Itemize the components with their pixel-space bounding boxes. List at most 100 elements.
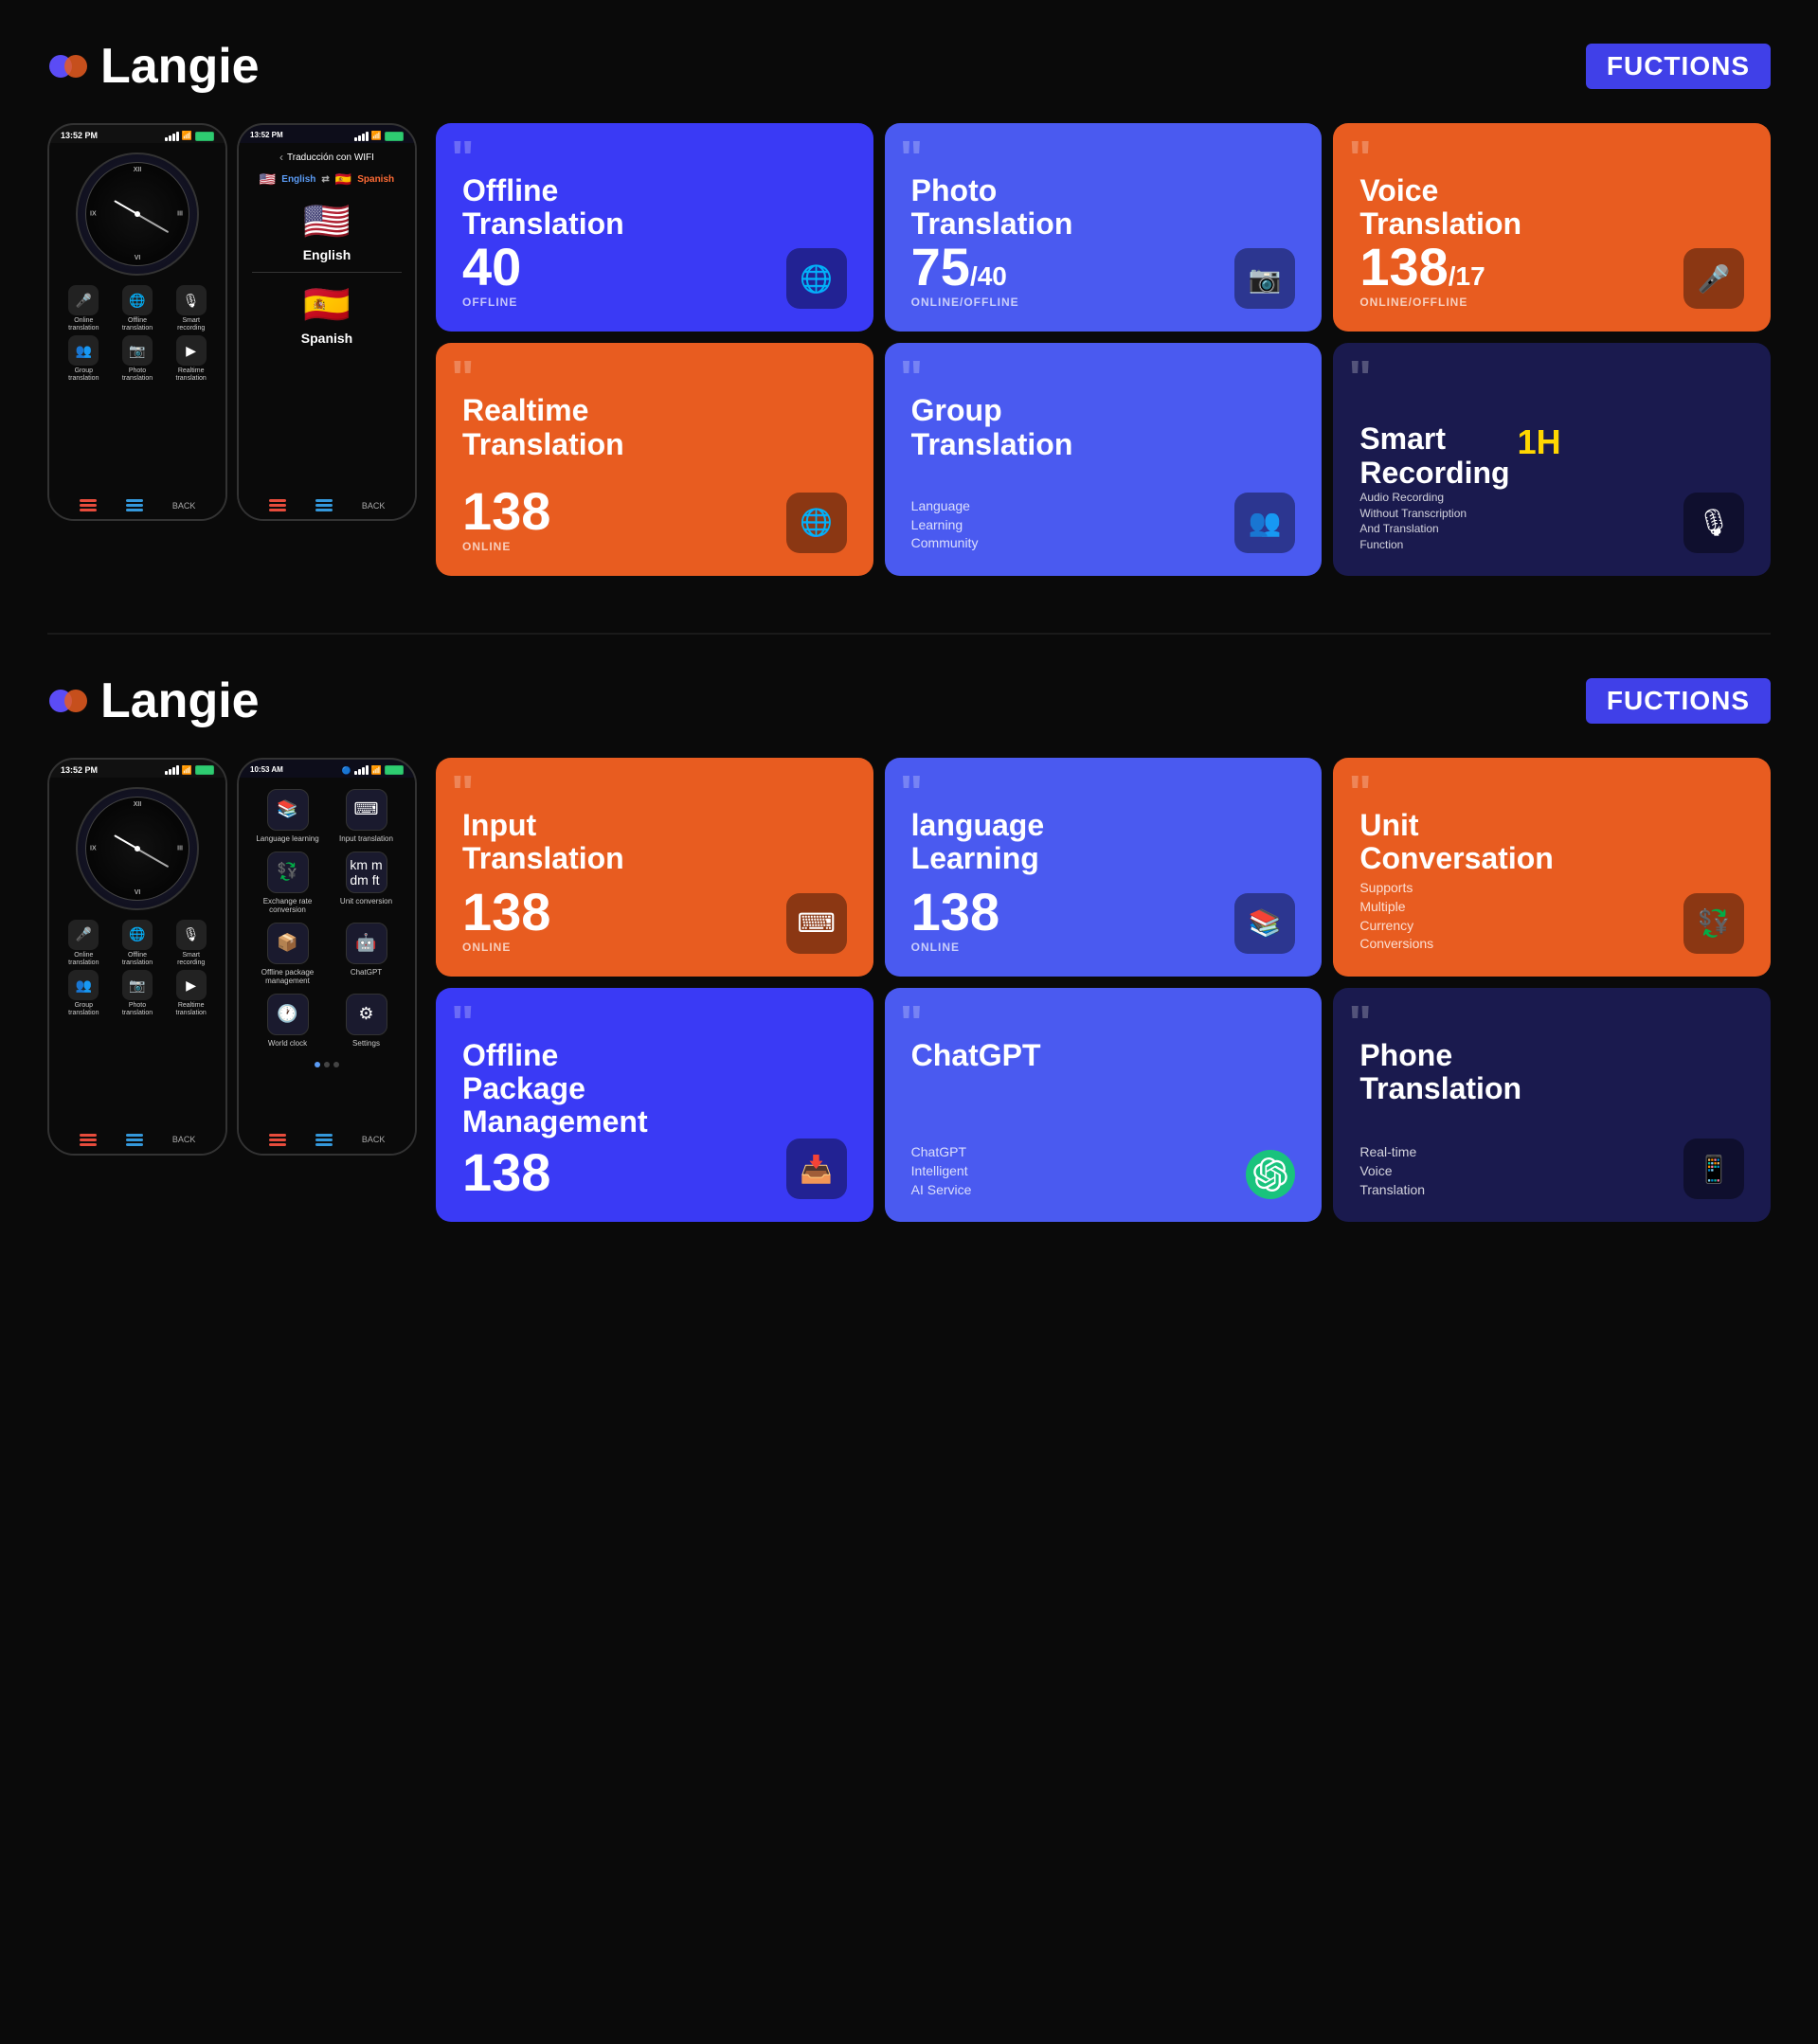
menu-settings[interactable]: ⚙ Settings (331, 994, 402, 1049)
lang-from-name[interactable]: English (281, 174, 315, 185)
lang-swap-icon[interactable]: ⇄ (321, 174, 329, 185)
app-offline-label: Offlinetranslation (122, 317, 153, 332)
app-online[interactable]: 🎤 Onlinetranslation (59, 285, 109, 332)
app-group[interactable]: 👥 Grouptranslation (59, 335, 109, 382)
card-offline-translation[interactable]: " OfflineTranslation 40 OFFLINE 🌐 (436, 123, 873, 332)
app-realtime[interactable]: ▶ Realtimetranslation (166, 335, 216, 382)
card-voice-translation[interactable]: " VoiceTranslation 138 /17 ONLINE/OFFLIN… (1333, 123, 1771, 332)
card-photo-translation[interactable]: " PhotoTranslation 75 /40 ONLINE/OFFLINE… (885, 123, 1323, 332)
card-input-translation[interactable]: " InputTranslation 138 ONLINE ⌨ (436, 758, 873, 977)
menu-clock-icon: 🕐 (267, 994, 309, 1035)
logo-1: Langie (47, 38, 260, 95)
voice-count-block: 138 /17 ONLINE/OFFLINE (1359, 241, 1485, 309)
card-unit-conversation[interactable]: " UnitConversation SupportsMultipleCurre… (1333, 758, 1771, 977)
ctrl-btn-4[interactable] (315, 499, 333, 511)
functions-badge-2: FUCTIONS (1586, 678, 1771, 724)
phone-1: 13:52 PM 📶 (47, 123, 227, 521)
card-offline-package[interactable]: " OfflinePackageManagement 138 📥 (436, 988, 873, 1223)
menu-lang-learning[interactable]: 📚 Language learning (252, 789, 323, 844)
menu-exchange-icon: 💱 (267, 852, 309, 893)
app2-offline-icon: 🌐 (122, 920, 153, 950)
phone3-icons: 📶 (165, 765, 214, 776)
app2-offline[interactable]: 🌐 Offlinetranslation (113, 920, 163, 966)
phone2-header-title: Traducción con WIFI (287, 152, 374, 163)
back-label-2[interactable]: BACK (362, 501, 386, 511)
back-label-1[interactable]: BACK (172, 501, 196, 511)
ctrl-btn-6[interactable] (126, 1134, 143, 1146)
app-group-label: Grouptranslation (68, 368, 99, 382)
app2-photo-icon: 📷 (122, 970, 153, 1000)
phone2-nav: ‹ Traducción con WIFI (272, 147, 382, 168)
wifi-icon-3: 📶 (182, 765, 192, 776)
card-smart-recording[interactable]: " SmartRecording 1H Audio Recording With… (1333, 343, 1771, 576)
logo-2: Langie (47, 672, 260, 729)
menu-offline-pkg[interactable]: 📦 Offline package management (252, 923, 323, 986)
ctrl-btn-5[interactable] (80, 1134, 97, 1146)
card-realtime-translation[interactable]: " RealtimeTranslation 138 ONLINE 🌐 (436, 343, 873, 576)
phone4-status: 10:53 AM 🔵 📶 (239, 760, 415, 778)
menu-exchange[interactable]: 💱 Exchange rate conversion (252, 852, 323, 915)
app2-realtime[interactable]: ▶ Realtimetranslation (166, 970, 216, 1016)
numeral-12: XII (134, 167, 142, 173)
menu-chatgpt[interactable]: 🤖 ChatGPT (331, 923, 402, 986)
lang-learn-bottom: 138 ONLINE 📚 (911, 886, 1296, 954)
menu-lang-label: Language learning (256, 834, 318, 844)
pagination-dots (315, 1062, 339, 1067)
back-label-3[interactable]: BACK (172, 1135, 196, 1144)
phone2-icons: 📶 (354, 131, 404, 141)
phone4-icons: 🔵 📶 (342, 765, 404, 776)
app-photo-label: Phototranslation (122, 368, 153, 382)
card-phone-translation[interactable]: " PhoneTranslation Real-timeVoiceTransla… (1333, 988, 1771, 1223)
back-label-4[interactable]: BACK (362, 1135, 386, 1144)
ctrl-btn-2[interactable] (126, 499, 143, 511)
app-online-icon: 🎤 (68, 285, 99, 315)
input-count-block: 138 ONLINE (462, 886, 550, 954)
menu-unit[interactable]: km mdm ft Unit conversion (331, 852, 402, 915)
voice-count-sub: /17 (1449, 261, 1485, 292)
phone-trans-title: PhoneTranslation (1359, 1039, 1744, 1105)
lang-learn-count-block: 138 ONLINE (911, 886, 999, 954)
unit-bottom: SupportsMultipleCurrencyConversions 💱 (1359, 875, 1744, 953)
unit-title: UnitConversation (1359, 809, 1744, 875)
voice-count-row: 138 /17 (1359, 241, 1485, 294)
card-chatgpt[interactable]: " ChatGPT ChatGPTIntelligentAI Service (885, 988, 1323, 1223)
app2-online[interactable]: 🎤 Onlinetranslation (59, 920, 109, 966)
phone1-controls: BACK (49, 492, 225, 519)
realtime-title: RealtimeTranslation (462, 394, 847, 460)
numeral2-9: IX (90, 845, 97, 852)
phone2-controls: BACK (239, 492, 415, 519)
app-photo[interactable]: 📷 Phototranslation (113, 335, 163, 382)
app-offline[interactable]: 🌐 Offlinetranslation (113, 285, 163, 332)
ctrl-btn-1[interactable] (80, 499, 97, 511)
app2-group[interactable]: 👥 Grouptranslation (59, 970, 109, 1016)
battery-icon-2 (385, 132, 404, 141)
photo-icon: 📷 (1234, 248, 1295, 309)
card-group-translation[interactable]: " GroupTranslation LanguageLearningCommu… (885, 343, 1323, 576)
dot-3 (333, 1062, 339, 1067)
section2-content: 13:52 PM 📶 (47, 758, 1771, 1222)
phone-trans-subtitle: Real-timeVoiceTranslation (1359, 1143, 1425, 1199)
app2-photo[interactable]: 📷 Phototranslation (113, 970, 163, 1016)
ctrl-btn-8[interactable] (315, 1134, 333, 1146)
app2-smart[interactable]: 🎙 Smartrecording (166, 920, 216, 966)
menu-unit-icon: km mdm ft (346, 852, 387, 893)
clock-minute-hand-2 (137, 848, 170, 867)
input-bottom: 138 ONLINE ⌨ (462, 886, 847, 954)
app-realtime-label: Realtimetranslation (176, 368, 207, 382)
section1-content: 13:52 PM 📶 (47, 123, 1771, 576)
lang-to-name[interactable]: Spanish (357, 174, 394, 185)
app-group-icon: 👥 (68, 335, 99, 366)
app-smart-rec[interactable]: 🎙 Smartrecording (166, 285, 216, 332)
group-subtitle: LanguageLearningCommunity (911, 497, 979, 553)
phone-4: 10:53 AM 🔵 📶 (237, 758, 417, 1156)
app2-realtime-label: Realtimetranslation (176, 1002, 207, 1016)
numeral2-6: VI (135, 889, 141, 896)
section1-header: Langie FUCTIONS (47, 38, 1771, 95)
menu-world-clock[interactable]: 🕐 World clock (252, 994, 323, 1049)
menu-input-trans[interactable]: ⌨ Input translation (331, 789, 402, 844)
card-language-learning[interactable]: " languageLearning 138 ONLINE 📚 (885, 758, 1323, 977)
ctrl-btn-3[interactable] (269, 499, 286, 511)
back-chevron[interactable]: ‹ (279, 151, 283, 164)
smart-title: SmartRecording (1359, 422, 1509, 489)
ctrl-btn-7[interactable] (269, 1134, 286, 1146)
